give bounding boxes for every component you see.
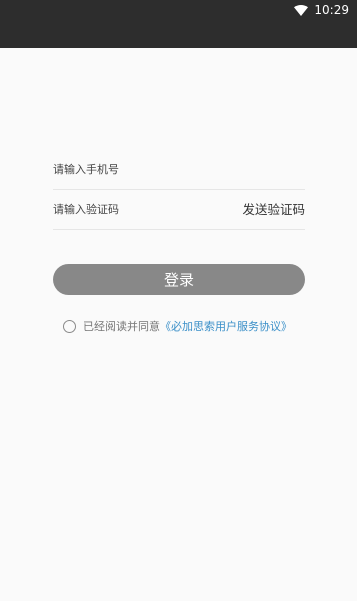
verification-code-input[interactable]	[53, 190, 223, 229]
status-time: 10:29	[314, 3, 349, 17]
phone-field-row	[53, 150, 305, 190]
send-code-button[interactable]: 发送验证码	[242, 190, 305, 229]
agreement-row: 已经阅读并同意 《必加思索用户服务协议》	[63, 318, 292, 334]
status-indicators: 10:29	[294, 2, 349, 18]
agreement-link[interactable]: 《必加思索用户服务协议》	[160, 318, 292, 334]
agreement-text: 已经阅读并同意	[83, 320, 160, 333]
phone-input[interactable]	[53, 150, 223, 189]
login-button[interactable]: 登录	[53, 264, 305, 295]
status-bar: 10:29	[0, 0, 357, 48]
agreement-checkbox[interactable]	[63, 319, 76, 333]
code-field-row: 发送验证码	[53, 190, 305, 230]
wifi-icon	[294, 4, 309, 16]
login-page: 发送验证码 登录 已经阅读并同意 《必加思索用户服务协议》	[0, 48, 357, 601]
